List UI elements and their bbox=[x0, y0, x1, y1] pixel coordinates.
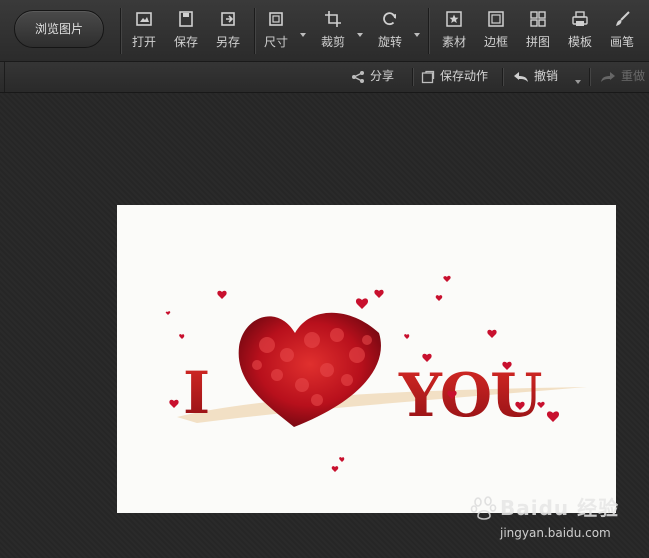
brush-icon bbox=[602, 10, 642, 30]
share-button[interactable]: 分享 bbox=[351, 62, 394, 92]
letter-you: YOU bbox=[398, 361, 541, 431]
save-as-button[interactable]: 另存 bbox=[208, 10, 248, 54]
subbar-separator bbox=[502, 68, 503, 86]
baidu-jingyan-watermark: Baidu 经验 jingyan.baidu.com bbox=[470, 496, 645, 548]
watermark-brand: Baidu 经验 bbox=[500, 496, 620, 520]
letter-i: I bbox=[183, 359, 210, 427]
toolbar-separator bbox=[120, 8, 121, 54]
save-action-icon bbox=[421, 70, 435, 83]
resize-icon bbox=[256, 10, 296, 30]
save-action-label: 保存动作 bbox=[440, 69, 489, 83]
rotate-dropdown-caret-icon[interactable] bbox=[412, 25, 422, 37]
size-dropdown-caret-icon[interactable] bbox=[298, 25, 308, 37]
rotate-button[interactable]: 旋转 bbox=[370, 10, 410, 54]
undo-button[interactable]: 撤销 bbox=[513, 62, 558, 92]
template-button[interactable]: 模板 bbox=[560, 10, 600, 54]
open-button[interactable]: 打开 bbox=[124, 10, 164, 54]
undo-icon bbox=[514, 71, 528, 82]
printer-icon bbox=[560, 10, 600, 30]
open-icon bbox=[124, 10, 164, 30]
save-button[interactable]: 保存 bbox=[166, 10, 206, 54]
collage-label: 拼图 bbox=[525, 35, 550, 49]
subbar-separator bbox=[589, 68, 590, 86]
redo-icon bbox=[601, 71, 615, 82]
rotate-icon bbox=[370, 10, 410, 30]
subbar-separator bbox=[412, 68, 413, 86]
secondary-toolbar: 分享 保存动作 撤销 重做 bbox=[0, 62, 649, 93]
save-label: 保存 bbox=[173, 35, 198, 49]
material-button[interactable]: 素材 bbox=[434, 10, 474, 54]
redo-button[interactable]: 重做 bbox=[600, 62, 645, 92]
i-love-you-image: I YOU bbox=[165, 275, 587, 472]
template-label: 模板 bbox=[567, 35, 592, 49]
save-as-icon bbox=[208, 10, 248, 30]
save-as-label: 另存 bbox=[215, 35, 240, 49]
save-action-button[interactable]: 保存动作 bbox=[421, 62, 488, 92]
subbar-divider bbox=[4, 62, 5, 92]
size-button[interactable]: 尺寸 bbox=[256, 10, 296, 54]
size-label: 尺寸 bbox=[263, 35, 288, 49]
watermark-url: jingyan.baidu.com bbox=[500, 526, 611, 540]
browse-images-button[interactable]: 浏览图片 bbox=[14, 10, 104, 48]
edited-photo[interactable]: I YOU bbox=[117, 205, 616, 513]
brush-label: 画笔 bbox=[609, 35, 634, 49]
rotate-label: 旋转 bbox=[377, 35, 402, 49]
brush-button[interactable]: 画笔 bbox=[602, 10, 642, 54]
border-label: 边框 bbox=[483, 35, 508, 49]
open-label: 打开 bbox=[131, 35, 156, 49]
paw-logo-icon bbox=[470, 496, 497, 520]
crop-icon bbox=[313, 10, 353, 30]
grid-icon bbox=[518, 10, 558, 30]
undo-dropdown-caret-icon[interactable] bbox=[573, 72, 583, 84]
collage-button[interactable]: 拼图 bbox=[518, 10, 558, 54]
main-toolbar: 浏览图片 打开 保存 另存 尺寸 裁剪 旋转 素材 边框 拼图 模板 画笔 bbox=[0, 0, 649, 62]
toolbar-separator bbox=[428, 8, 429, 54]
frame-icon bbox=[476, 10, 516, 30]
crop-label: 裁剪 bbox=[320, 35, 345, 49]
crop-button[interactable]: 裁剪 bbox=[313, 10, 353, 54]
crop-dropdown-caret-icon[interactable] bbox=[355, 25, 365, 37]
undo-label: 撤销 bbox=[534, 69, 559, 83]
toolbar-separator bbox=[254, 8, 255, 54]
share-label: 分享 bbox=[370, 69, 395, 83]
editing-canvas: I YOU Baidu 经验 jingyan.baidu.com bbox=[0, 93, 649, 558]
border-button[interactable]: 边框 bbox=[476, 10, 516, 54]
star-icon bbox=[434, 10, 474, 30]
share-icon bbox=[352, 70, 364, 83]
save-icon bbox=[166, 10, 206, 30]
material-label: 素材 bbox=[441, 35, 466, 49]
redo-label: 重做 bbox=[621, 69, 646, 83]
